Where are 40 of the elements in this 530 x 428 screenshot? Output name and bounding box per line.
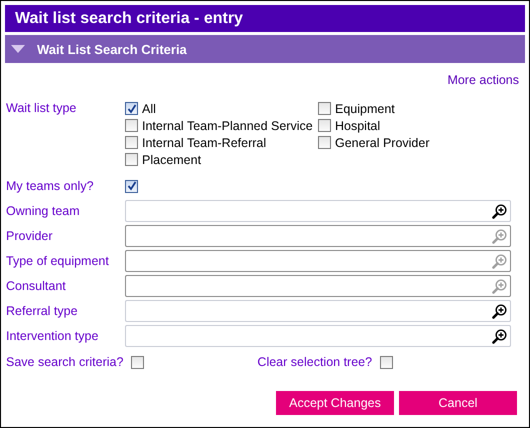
- field-label: Referral type: [5, 304, 79, 318]
- field-label: Wait list type: [5, 101, 78, 115]
- checkbox[interactable]: [125, 153, 138, 166]
- section-title: Wait List Search Criteria: [37, 42, 187, 56]
- checkbox-label: Internal Team-Referral: [142, 136, 266, 150]
- cancel-button[interactable]: Cancel: [399, 391, 517, 415]
- checkbox-label: Placement: [142, 152, 202, 166]
- accept-button[interactable]: Accept Changes: [276, 391, 394, 415]
- lookup-field[interactable]: [125, 325, 511, 347]
- more-actions-link[interactable]: More actions: [447, 73, 519, 87]
- triangle-icon: [11, 45, 25, 53]
- checkbox[interactable]: [125, 102, 138, 115]
- section-header[interactable]: Wait List Search Criteria: [5, 35, 525, 63]
- field-label: Provider: [5, 229, 54, 243]
- field-label: Type of equipment: [5, 254, 110, 268]
- zoom-in-icon[interactable]: [492, 204, 507, 218]
- field-label: Clear selection tree?: [256, 355, 372, 369]
- checkbox[interactable]: [318, 102, 331, 115]
- window-title: Wait list search criteria - entry: [5, 5, 525, 32]
- checkbox-label: All: [142, 102, 156, 116]
- checkbox-label: Hospital: [335, 118, 380, 132]
- checkbox[interactable]: [131, 356, 144, 368]
- lookup-field[interactable]: [125, 300, 511, 322]
- checkbox[interactable]: [318, 119, 331, 132]
- field-label: Intervention type: [5, 329, 100, 343]
- checkbox[interactable]: [125, 136, 138, 149]
- field-label: Owning team: [5, 204, 81, 218]
- zoom-in-icon[interactable]: [492, 328, 507, 344]
- checkbox[interactable]: [318, 136, 331, 149]
- checkbox-label: Internal Team-Planned Service: [142, 118, 313, 132]
- checkbox[interactable]: [125, 180, 138, 192]
- field-label: Consultant: [5, 279, 67, 293]
- zoom-in-icon[interactable]: [492, 304, 507, 318]
- checkbox-label: Equipment: [335, 102, 395, 116]
- checkbox[interactable]: [380, 356, 394, 368]
- field-label: Save search criteria?: [5, 355, 124, 369]
- field-label: My teams only?: [5, 179, 95, 193]
- checkbox-label: General Provider: [335, 136, 430, 150]
- lookup-field[interactable]: [125, 200, 511, 222]
- checkbox[interactable]: [125, 119, 138, 132]
